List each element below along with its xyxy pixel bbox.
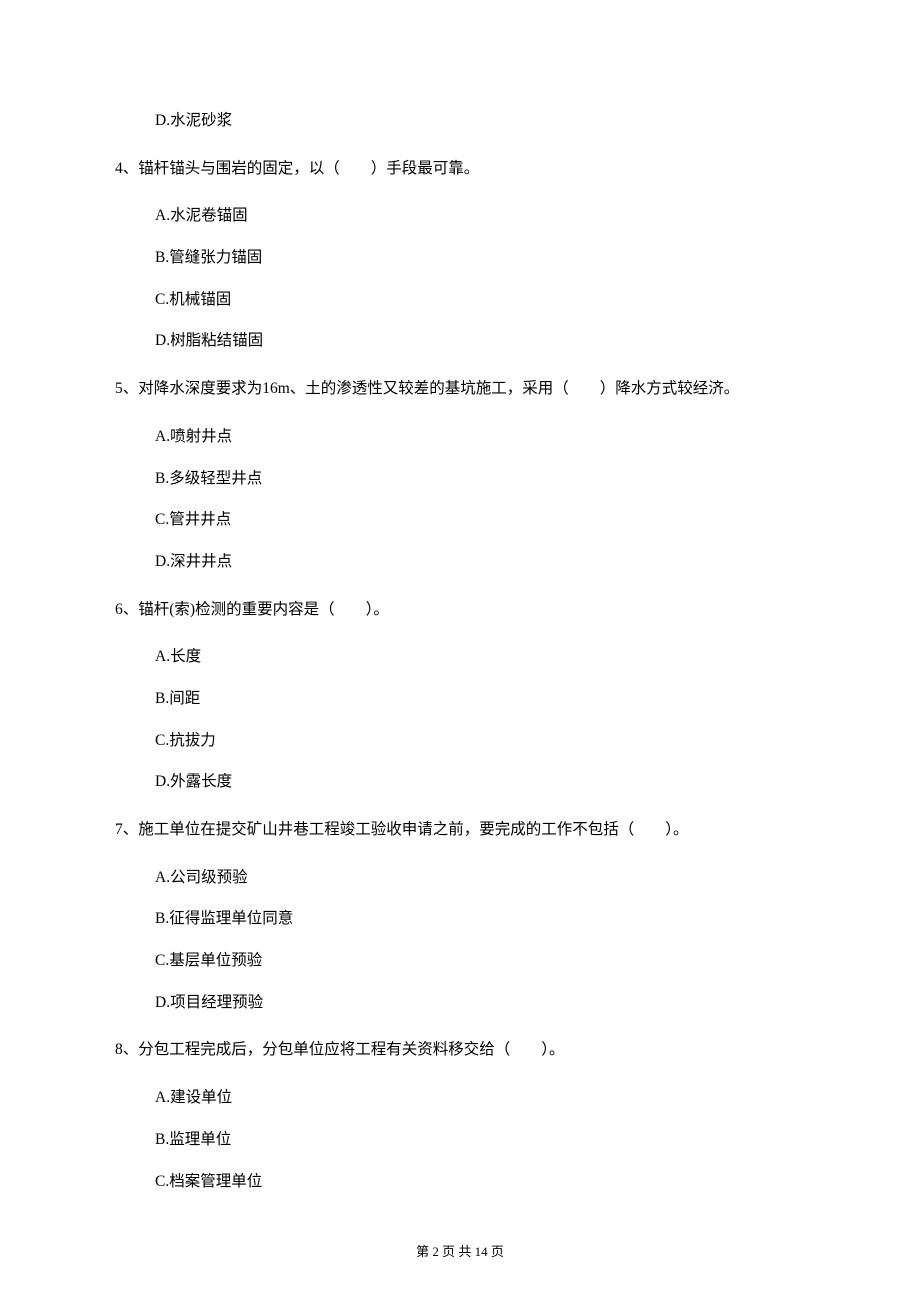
q8-option-a: A.建设单位 xyxy=(115,1087,805,1109)
page-footer: 第 2 页 共 14 页 xyxy=(0,1241,920,1260)
document-page: D.水泥砂浆 4、锚杆锚头与围岩的固定，以（ ）手段最可靠。 A.水泥卷锚固 B… xyxy=(0,0,920,1302)
q6-option-b: B.间距 xyxy=(115,688,805,710)
q6-option-c: C.抗拔力 xyxy=(115,730,805,752)
q6-option-d: D.外露长度 xyxy=(115,771,805,793)
q6-stem: 6、锚杆(索)检测的重要内容是（ ）。 xyxy=(115,599,805,621)
q5-option-b: B.多级轻型井点 xyxy=(115,468,805,490)
q5-option-c: C.管井井点 xyxy=(115,509,805,531)
q8-option-b: B.监理单位 xyxy=(115,1129,805,1151)
q6-option-a: A.长度 xyxy=(115,646,805,668)
q4-option-b: B.管缝张力锚固 xyxy=(115,247,805,269)
q5-option-d: D.深井井点 xyxy=(115,551,805,573)
q3-option-d: D.水泥砂浆 xyxy=(115,110,805,132)
q8-stem: 8、分包工程完成后，分包单位应将工程有关资料移交给（ ）。 xyxy=(115,1039,805,1061)
q7-option-c: C.基层单位预验 xyxy=(115,950,805,972)
q7-option-a: A.公司级预验 xyxy=(115,867,805,889)
q5-option-a: A.喷射井点 xyxy=(115,426,805,448)
q5-stem: 5、对降水深度要求为16m、土的渗透性又较差的基坑施工，采用（ ）降水方式较经济… xyxy=(115,378,805,400)
q4-option-d: D.树脂粘结锚固 xyxy=(115,330,805,352)
q7-stem: 7、施工单位在提交矿山井巷工程竣工验收申请之前，要完成的工作不包括（ ）。 xyxy=(115,819,805,841)
q7-option-b: B.征得监理单位同意 xyxy=(115,908,805,930)
q4-stem: 4、锚杆锚头与围岩的固定，以（ ）手段最可靠。 xyxy=(115,158,805,180)
q7-option-d: D.项目经理预验 xyxy=(115,992,805,1014)
q4-option-a: A.水泥卷锚固 xyxy=(115,205,805,227)
q4-option-c: C.机械锚固 xyxy=(115,289,805,311)
q8-option-c: C.档案管理单位 xyxy=(115,1171,805,1193)
